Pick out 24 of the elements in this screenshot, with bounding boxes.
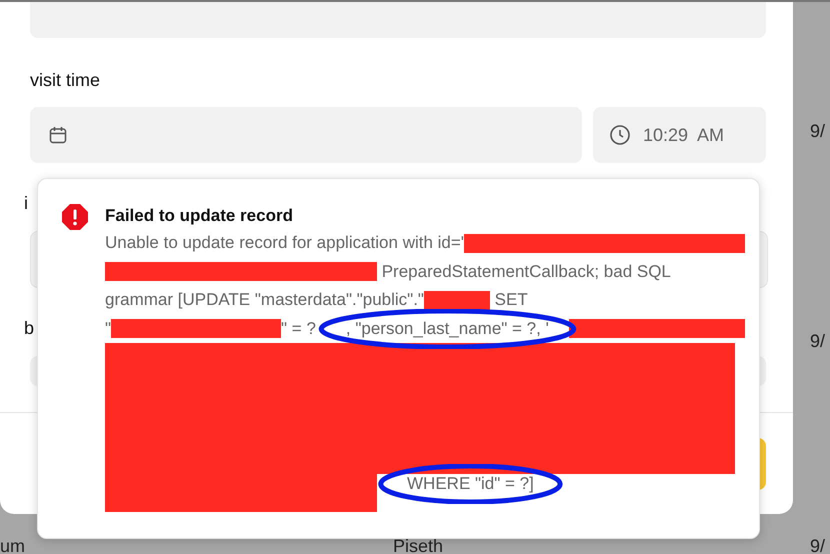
table-cell: Piseth	[393, 536, 444, 554]
message-text: WHERE "id" = ?]	[407, 474, 534, 493]
date-field[interactable]	[30, 107, 582, 163]
table-cell: um	[0, 536, 26, 554]
table-cell: 9/	[810, 331, 826, 351]
field-label: b	[24, 318, 34, 339]
table-cell: 9/	[810, 536, 826, 554]
table-cell: 9/	[810, 121, 826, 141]
time-field[interactable]: 10:29 AM	[593, 107, 766, 163]
field-label: visit time	[30, 70, 100, 91]
message-text: , "person_last_name" = ?, '	[346, 318, 549, 338]
calendar-icon	[48, 125, 68, 145]
message-text: PreparedStatementCallback; bad SQL	[380, 262, 671, 282]
toast-title: Failed to update record	[105, 205, 294, 227]
message-text: Unable to update record for application with id='	[105, 233, 464, 254]
message-text: " = ?	[281, 318, 316, 339]
text-field[interactable]	[30, 2, 766, 38]
clock-icon	[609, 124, 631, 146]
message-text: SET	[494, 290, 528, 310]
redaction-mark	[424, 290, 490, 310]
message-text: grammar [UPDATE "masterdata"."public"."	[105, 290, 424, 310]
error-icon	[61, 203, 89, 231]
message-text: "	[105, 318, 112, 339]
field-label: i	[24, 193, 28, 214]
